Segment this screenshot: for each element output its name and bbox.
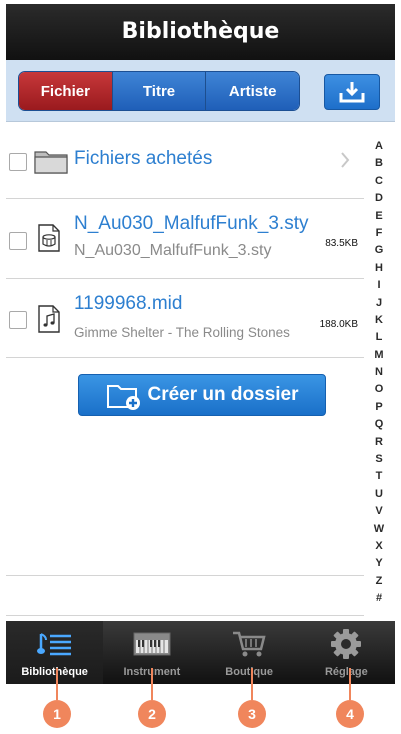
index-letter[interactable]: #: [366, 590, 392, 607]
gear-icon: [331, 629, 362, 659]
row-subtitle: N_Au030_MalfufFunk_3.sty: [74, 242, 272, 259]
tab-boutique[interactable]: Boutique: [201, 621, 298, 684]
download-tray-icon: [339, 82, 365, 103]
index-letter[interactable]: E: [366, 208, 392, 225]
list-item[interactable]: 1199968.mid Gimme Shelter - The Rolling …: [6, 279, 364, 358]
index-letter[interactable]: C: [366, 173, 392, 190]
tab-label: Boutique: [225, 666, 273, 678]
callout-line: [56, 668, 58, 700]
tab-bar: Bibliothèque Instrument: [6, 621, 395, 684]
index-letter[interactable]: T: [366, 468, 392, 485]
library-icon: [36, 633, 71, 656]
index-letter[interactable]: N: [366, 364, 392, 381]
divider: [6, 615, 364, 616]
index-letter[interactable]: D: [366, 190, 392, 207]
segment-fichier[interactable]: Fichier: [19, 72, 112, 110]
title-bar: Bibliothèque: [6, 4, 395, 60]
segment-artiste[interactable]: Artiste: [205, 72, 299, 110]
keyboard-icon: [133, 632, 171, 656]
index-letter[interactable]: B: [366, 155, 392, 172]
callout-badge: 4: [336, 700, 364, 728]
create-folder-button[interactable]: Créer un dossier: [78, 374, 326, 416]
index-letter[interactable]: Z: [366, 573, 392, 590]
row-checkbox[interactable]: [9, 153, 27, 171]
index-letter[interactable]: X: [366, 538, 392, 555]
segment-titre[interactable]: Titre: [111, 72, 206, 110]
index-letter[interactable]: U: [366, 486, 392, 503]
tab-reglage[interactable]: Réglage: [298, 621, 395, 684]
index-letter[interactable]: Y: [366, 555, 392, 572]
style-file-icon: [38, 224, 60, 252]
index-letter[interactable]: R: [366, 434, 392, 451]
index-letter[interactable]: V: [366, 503, 392, 520]
segment-bar: Fichier Titre Artiste: [6, 60, 395, 122]
row-checkbox[interactable]: [9, 232, 27, 250]
list-item[interactable]: N_Au030_MalfufFunk_3.sty N_Au030_MalfufF…: [6, 199, 364, 279]
row-checkbox[interactable]: [9, 311, 27, 329]
index-letter[interactable]: G: [366, 242, 392, 259]
sort-segmented-control: Fichier Titre Artiste: [18, 71, 300, 111]
callout-line: [151, 668, 153, 700]
callout-badge: 1: [43, 700, 71, 728]
index-letter[interactable]: W: [366, 521, 392, 538]
alphabet-index[interactable]: A B C D E F G H I J K L M N O P Q R S T U V W X Y Z #: [366, 138, 392, 608]
divider: [6, 575, 364, 576]
folder-icon: [34, 151, 68, 174]
index-letter[interactable]: O: [366, 381, 392, 398]
index-letter[interactable]: P: [366, 399, 392, 416]
create-folder-label: Créer un dossier: [147, 384, 299, 405]
index-letter[interactable]: M: [366, 347, 392, 364]
tab-bibliotheque[interactable]: Bibliothèque: [6, 621, 104, 684]
index-letter[interactable]: K: [366, 312, 392, 329]
index-letter[interactable]: F: [366, 225, 392, 242]
file-size: 188.0KB: [319, 319, 358, 330]
tab-label: Réglage: [324, 666, 368, 678]
callout-line: [349, 668, 351, 700]
index-letter[interactable]: S: [366, 451, 392, 468]
index-letter[interactable]: I: [366, 277, 392, 294]
download-button[interactable]: [324, 74, 380, 110]
chevron-right-icon: [341, 152, 350, 168]
row-subtitle: Gimme Shelter - The Rolling Stones: [74, 325, 290, 340]
file-size: 83.5KB: [325, 238, 358, 249]
callout-badge: 3: [238, 700, 266, 728]
row-name: N_Au030_MalfufFunk_3.sty: [74, 213, 309, 234]
callout-badge: 2: [138, 700, 166, 728]
tab-label: Bibliothèque: [21, 666, 88, 678]
app-screen: Bibliothèque Fichier Titre Artiste Fichi…: [6, 4, 395, 684]
cart-icon: [233, 631, 266, 657]
page-title: Bibliothèque: [121, 19, 280, 44]
index-letter[interactable]: L: [366, 329, 392, 346]
list-item[interactable]: Fichiers achetés: [6, 122, 364, 199]
index-letter[interactable]: J: [366, 295, 392, 312]
row-name: Fichiers achetés: [74, 148, 213, 169]
midi-file-icon: [38, 305, 60, 333]
index-letter[interactable]: A: [366, 138, 392, 155]
callout-line: [251, 668, 253, 700]
row-name: 1199968.mid: [74, 293, 183, 314]
index-letter[interactable]: H: [366, 260, 392, 277]
index-letter[interactable]: Q: [366, 416, 392, 433]
new-folder-icon: [106, 385, 140, 410]
